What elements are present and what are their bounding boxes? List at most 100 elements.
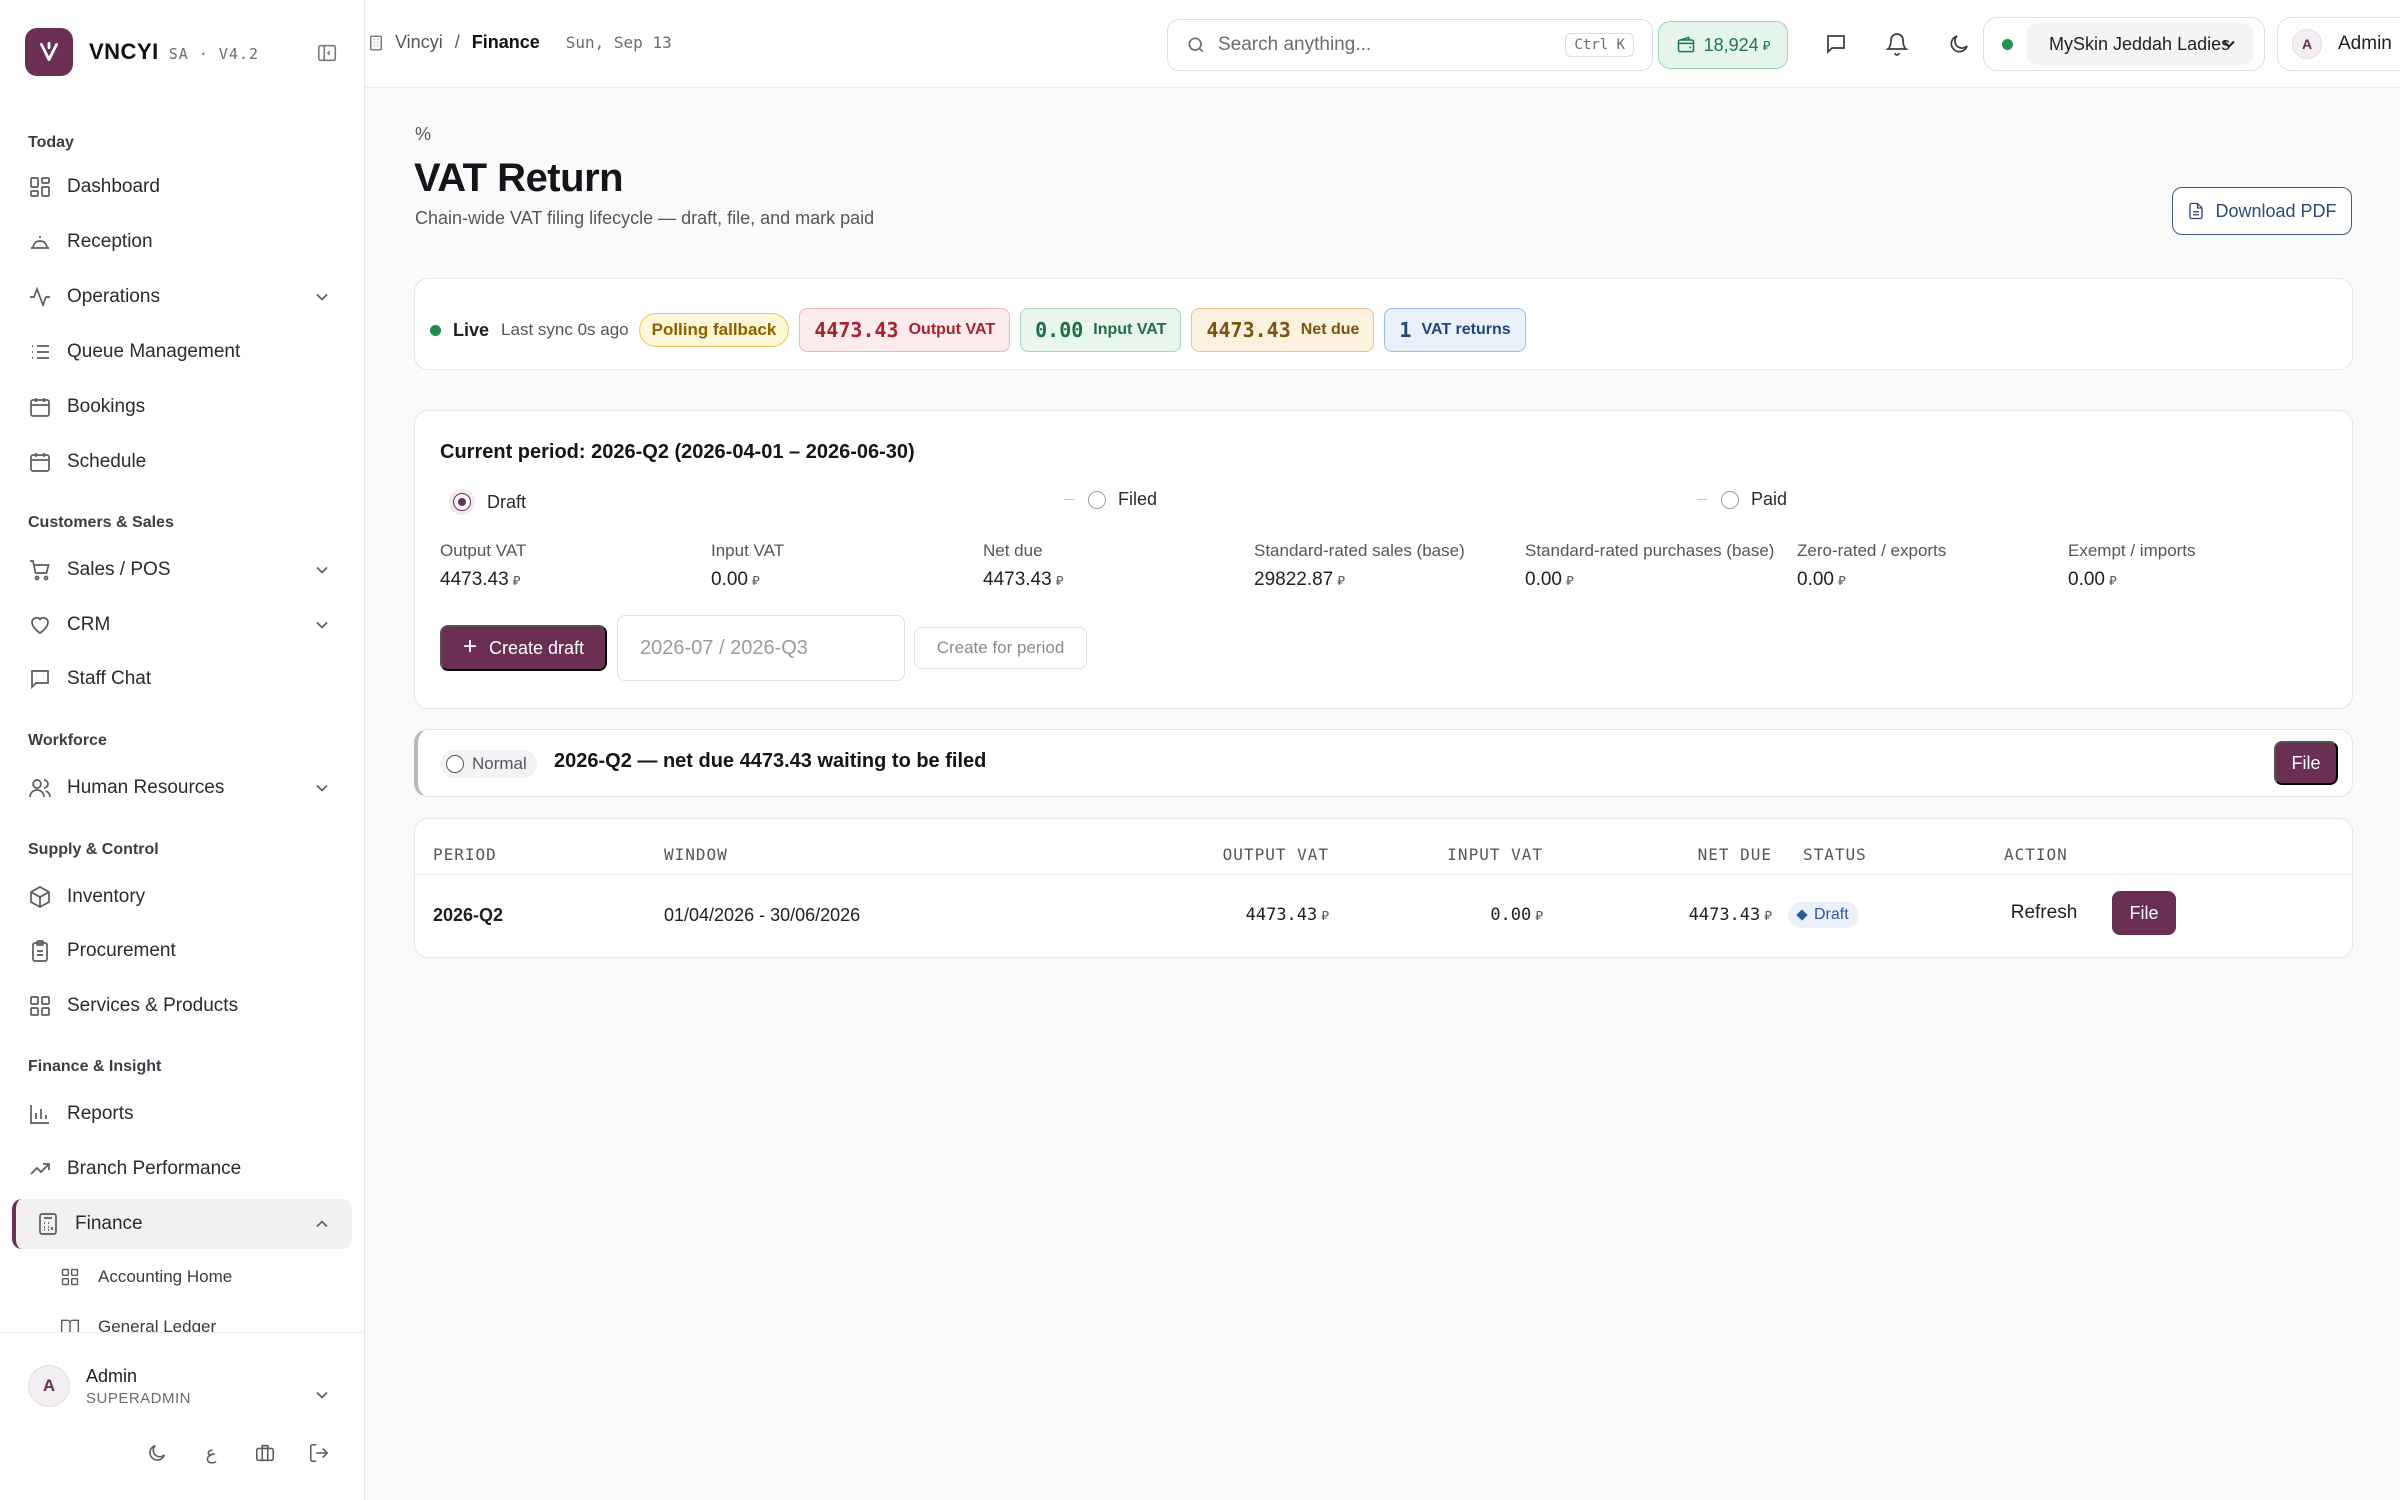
step-filed: Filed [1064,489,1157,510]
bell-concierge-icon [28,230,52,254]
user-menu[interactable]: A Admin [2277,17,2400,71]
metric-value: 0.00 [711,569,748,590]
chevron-down-icon [312,778,332,798]
sidebar-item-sales[interactable]: Sales / POS [12,545,352,595]
page-subtitle: Chain-wide VAT filing lifecycle — draft,… [415,208,875,228]
metric-standard-sales: Standard-rated sales (base) 29822.87 ⃁ [1254,541,1465,591]
bell-icon[interactable] [1885,32,1909,56]
moon-icon[interactable] [145,1441,169,1465]
sidebar-item-hr[interactable]: Human Resources [12,763,352,813]
currency-symbol: ⃁ [1764,909,1772,924]
sidebar-item-staff-chat[interactable]: Staff Chat [12,654,352,704]
cell-value: 4473.43 [1245,905,1318,925]
metric-value: 4473.43 [983,569,1052,590]
column-header: OUTPUT VAT [1222,845,1329,864]
moon-icon[interactable] [1947,32,1971,56]
sidebar-item-label: Services & Products [67,995,239,1016]
list-icon [28,340,52,364]
live-status: Live [453,319,490,340]
sidebar-item-branch-performance[interactable]: Branch Performance [12,1144,352,1194]
row-file-button[interactable]: File [2112,891,2176,935]
nav-section-finance: Finance & Insight [28,1058,162,1075]
chevron-up-icon [312,1214,332,1234]
nav-section-today: Today [28,134,74,151]
create-for-period-button[interactable]: Create for period [914,627,1087,669]
language-icon[interactable]: ع [199,1441,223,1465]
column-header: INPUT VAT [1447,845,1543,864]
download-pdf-button[interactable]: Download PDF [2172,187,2352,235]
sidebar-item-label: Queue Management [67,341,241,362]
step-draft: Draft [449,489,526,515]
create-draft-button[interactable]: + Create draft [440,625,607,671]
briefcase-icon[interactable] [253,1441,277,1465]
current-date: Sun, Sep 13 [565,33,672,52]
metric-label: Input VAT [711,541,785,560]
search-placeholder: Search anything... [1218,34,1372,55]
sidebar-item-operations[interactable]: Operations [12,272,352,322]
sidebar-item-label: Bookings [67,396,146,417]
sidebar-item-queue[interactable]: Queue Management [12,327,352,377]
breadcrumb-root[interactable]: Vincyi [395,32,443,53]
sidebar-item-procurement[interactable]: Procurement [12,926,352,976]
sidebar-subitem-accounting-home[interactable]: Accounting Home [60,1257,232,1297]
currency-symbol: ⃁ [1337,573,1345,588]
refresh-button[interactable]: Refresh [1984,891,2104,935]
sidebar: VNCYI SA · V4.2 Today Dashboard Receptio… [0,0,365,1500]
stat-vat-returns: 1 VAT returns [1384,308,1526,352]
chevron-down-icon [312,560,332,580]
building-icon [367,34,385,52]
branch-select[interactable]: MySkin Jeddah Ladies [2027,23,2253,65]
metric-zero-rated: Zero-rated / exports 0.00 ⃁ [1797,541,1946,591]
logout-icon[interactable] [307,1441,331,1465]
chevron-down-icon [2219,34,2239,54]
period-input[interactable] [617,615,905,681]
sidebar-item-bookings[interactable]: Bookings [12,382,352,432]
sidebar-item-label: Schedule [67,451,147,472]
metric-label: Standard-rated purchases (base) [1525,541,1775,560]
search-icon [1186,35,1206,55]
step-label: Draft [487,491,527,512]
sidebar-item-label: Operations [67,286,160,307]
sidebar-item-crm[interactable]: CRM [12,600,352,650]
messages-icon[interactable] [1824,32,1848,56]
sidebar-item-services[interactable]: Services & Products [12,981,352,1031]
metric-label: Standard-rated sales (base) [1254,541,1465,560]
sidebar-nav: Today Dashboard Reception Operations Que… [0,120,364,1332]
cell-net-due: 4473.43 ⃁ [1689,905,1772,925]
live-status-row: Live Last sync 0s ago Polling fallback 4… [430,308,1526,352]
sidebar-item-schedule[interactable]: Schedule [12,437,352,487]
user-role: SUPERADMIN [86,1389,192,1407]
column-header: ACTION [2004,845,2068,864]
sidebar-item-finance[interactable]: Finance [12,1199,352,1249]
chat-icon [28,667,52,691]
wallet-balance[interactable]: 18,924 ⃁ [1658,21,1788,69]
sidebar-collapse-icon[interactable] [316,42,338,64]
stat-value: 4473.43 [814,318,899,342]
user-name: Admin [86,1365,138,1386]
stat-net-due: 4473.43 Net due [1191,308,1375,352]
global-search[interactable]: Search anything... Ctrl K [1167,19,1653,71]
grid-icon [60,1267,80,1287]
sidebar-item-reception[interactable]: Reception [12,217,352,267]
users-icon [28,776,52,800]
clipboard-icon [28,939,52,963]
branch-switcher[interactable]: MySkin Jeddah Ladies [1983,17,2265,71]
sidebar-item-dashboard[interactable]: Dashboard [12,162,352,212]
percent-icon: % [415,124,432,144]
brand[interactable]: VNCYI SA · V4.2 [25,28,259,76]
currency-symbol: ⃁ [1762,37,1771,53]
chevron-down-icon[interactable] [312,1385,332,1405]
sidebar-item-reports[interactable]: Reports [12,1089,352,1139]
metric-label: Output VAT [440,541,527,560]
step-paid: Paid [1697,489,1787,510]
sidebar-subitem-general-ledger[interactable]: General Ledger [60,1307,216,1332]
step-label: Paid [1751,489,1788,509]
alert-file-button[interactable]: File [2274,741,2338,785]
sidebar-footer: A Admin SUPERADMIN ع [0,1332,364,1500]
metric-value: 0.00 [1525,569,1562,590]
sidebar-item-inventory[interactable]: Inventory [12,872,352,922]
column-header: STATUS [1803,845,1867,864]
wallet-amount: 18,924 [1703,34,1759,55]
cell-window: 01/04/2026 - 30/06/2026 [664,905,861,925]
sidebar-user[interactable]: A Admin SUPERADMIN [28,1365,191,1407]
